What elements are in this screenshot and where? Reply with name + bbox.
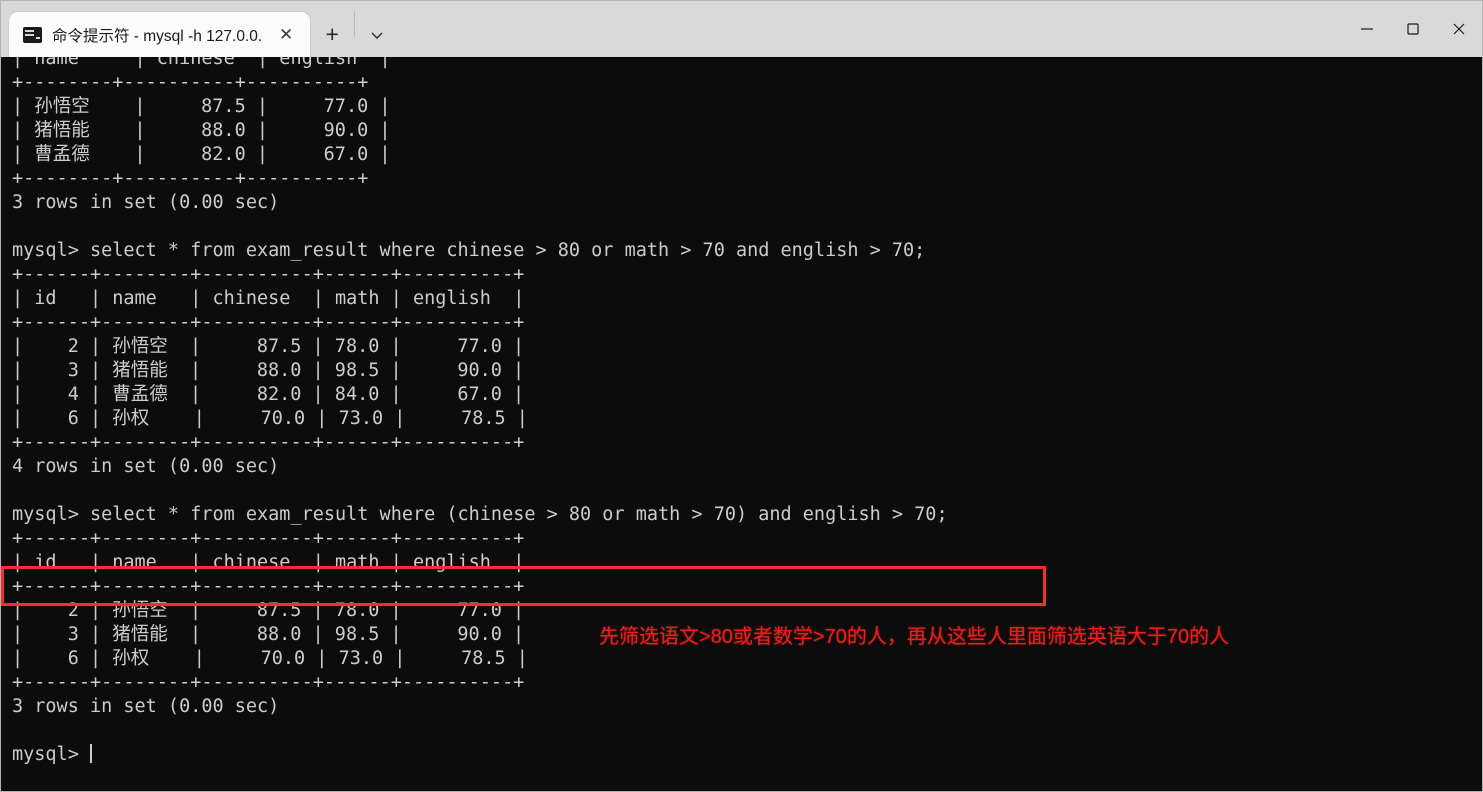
terminal-line: +------+--------+----------+------+-----…	[12, 528, 525, 549]
close-icon[interactable]	[1436, 1, 1482, 57]
terminal-body[interactable]: | name | chinese | english | +--------+--…	[0, 57, 1483, 792]
terminal-line: +------+--------+----------+------+-----…	[12, 672, 525, 693]
title-bar: 命令提示符 - mysql -h 127.0.0. ✕ +	[0, 0, 1483, 57]
terminal-window: 命令提示符 - mysql -h 127.0.0. ✕ + | name | c…	[0, 0, 1483, 792]
terminal-line: | 猪悟能 | 88.0 | 90.0 |	[12, 120, 391, 141]
terminal-line: 3 rows in set (0.00 sec)	[12, 192, 280, 213]
terminal-line: +------+--------+----------+------+-----…	[12, 576, 525, 597]
tab-command-prompt[interactable]: 命令提示符 - mysql -h 127.0.0. ✕	[9, 12, 311, 57]
terminal-icon	[23, 26, 42, 43]
terminal-line: | id | name | chinese | math | english |	[12, 552, 525, 573]
text-cursor	[89, 744, 92, 763]
terminal-line: | 孙悟空 | 87.5 | 77.0 |	[12, 96, 391, 117]
terminal-line: +------+--------+----------+------+-----…	[12, 432, 525, 453]
terminal-line: | 曹孟德 | 82.0 | 67.0 |	[12, 144, 391, 165]
window-controls	[1344, 1, 1482, 57]
tab-title: 命令提示符 - mysql -h 127.0.0.	[52, 27, 263, 45]
terminal-line: 4 rows in set (0.00 sec)	[12, 456, 280, 477]
new-tab-button[interactable]: +	[310, 12, 354, 57]
terminal-line: | id | name | chinese | math | english |	[12, 288, 525, 309]
close-tab-icon[interactable]: ✕	[272, 21, 300, 49]
terminal-line: | 6 | 孙权 | 70.0 | 73.0 | 78.5 |	[12, 408, 528, 429]
annotation-text: 先筛选语文>80或者数学>70的人，再从这些人里面筛选英语大于70的人	[599, 626, 1230, 648]
minimize-icon[interactable]	[1344, 1, 1390, 57]
terminal-line: | name | chinese | english |	[12, 57, 391, 69]
maximize-icon[interactable]	[1390, 1, 1436, 57]
terminal-line: | 2 | 孙悟空 | 87.5 | 78.0 | 77.0 |	[12, 336, 525, 357]
terminal-line: | 3 | 猪悟能 | 88.0 | 98.5 | 90.0 |	[12, 360, 525, 381]
terminal-line: mysql> select * from exam_result where c…	[12, 240, 926, 261]
terminal-line: +--------+----------+----------+	[12, 168, 369, 189]
tab-strip: 命令提示符 - mysql -h 127.0.0. ✕ +	[1, 0, 399, 57]
terminal-line: 3 rows in set (0.00 sec)	[12, 696, 280, 717]
terminal-line: | 4 | 曹孟德 | 82.0 | 84.0 | 67.0 |	[12, 384, 525, 405]
chevron-down-icon[interactable]	[355, 12, 399, 57]
terminal-line: mysql>	[12, 744, 92, 765]
terminal-line: +--------+----------+----------+	[12, 72, 369, 93]
terminal-line: | 6 | 孙权 | 70.0 | 73.0 | 78.5 |	[12, 648, 528, 669]
terminal-output: | name | chinese | english | +--------+--…	[12, 57, 948, 767]
terminal-line: +------+--------+----------+------+-----…	[12, 312, 525, 333]
terminal-line: +------+--------+----------+------+-----…	[12, 264, 525, 285]
terminal-line: mysql> select * from exam_result where (…	[12, 504, 948, 525]
